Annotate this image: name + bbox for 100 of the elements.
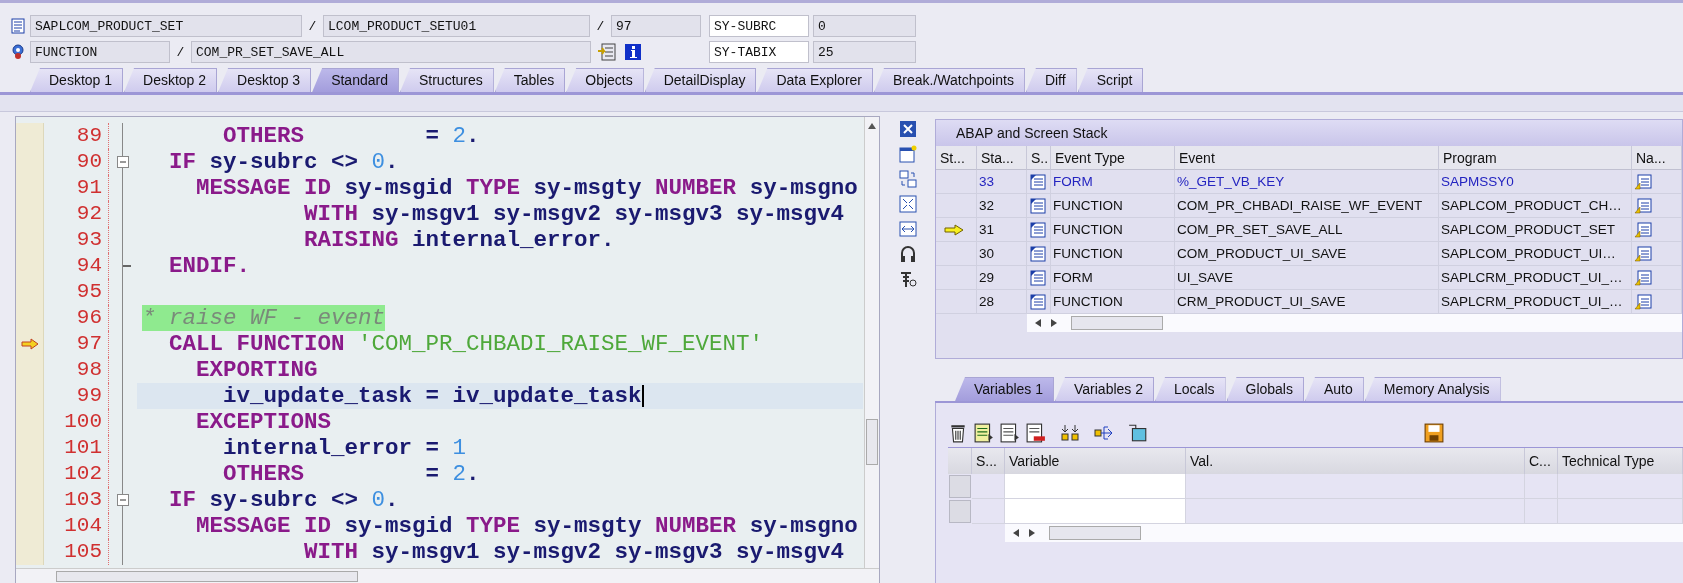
tab[interactable]: Tables [494,68,566,92]
table-cell: SAPLCRM_PRODUCT_UI_… [1439,266,1632,290]
column-header[interactable]: Program [1439,146,1632,170]
code-line: RAISING internal_error. [303,227,616,253]
document-icon [10,18,26,34]
table-cell: 31 [977,218,1027,242]
scroll-thumb[interactable] [1049,526,1141,540]
tab[interactable]: Structures [399,68,494,92]
tab[interactable]: Break./Watchpoints [874,68,1025,92]
tab[interactable]: Desktop 2 [124,68,218,92]
tab[interactable]: Standard [312,68,399,92]
event-field[interactable]: COM_PR_SET_SAVE_ALL [191,41,591,63]
navigate-icon[interactable] [1634,221,1652,238]
table-cell: 33 [977,170,1027,194]
table-cell: FORM [1051,170,1175,194]
tab[interactable]: Variables 2 [1055,377,1155,401]
line-number: 91 [44,175,109,201]
code-line: internal_error = 1 [222,435,468,461]
input-field[interactable] [1005,474,1186,499]
layout-icon[interactable] [898,170,917,188]
delete-icon[interactable] [948,423,968,443]
maximize-icon[interactable] [898,195,917,213]
collapse-icon[interactable] [117,156,129,168]
include-field[interactable]: LCOM_PRODUCT_SETU01 [323,15,590,37]
line-number: 99 [44,383,109,409]
navigate-icon[interactable] [1634,173,1652,190]
table-cell: UI_SAVE [1175,266,1439,290]
code-editor[interactable] [15,116,880,583]
new-window-icon[interactable] [898,145,917,163]
navigate-icon[interactable] [1634,245,1652,262]
column-header[interactable]: C... [1525,448,1558,474]
navigate-icon[interactable] [1634,269,1652,286]
tab[interactable]: Desktop 1 [30,68,124,92]
scroll-left-icon[interactable] [1035,319,1041,327]
code-line: EXPORTING [195,357,319,383]
sy-field-name[interactable]: SY-SUBRC [709,15,809,37]
code-line: OTHERS = 2. [222,461,481,487]
horizontal-scrollbar[interactable] [1027,314,1682,332]
column-header[interactable]: Sta... [977,146,1027,170]
list-icon[interactable] [974,423,994,443]
column-header[interactable]: Variable [1005,448,1186,474]
tab[interactable]: Diff [1025,68,1077,92]
tab[interactable]: Auto [1304,377,1364,401]
scroll-left-icon[interactable] [1013,529,1019,537]
tab[interactable]: Locals [1155,377,1226,401]
list-icon[interactable] [1000,423,1020,443]
save-icon[interactable] [1424,423,1444,443]
column-header[interactable]: St... [936,146,977,170]
line-number: 93 [44,227,109,253]
tab[interactable]: DetailDisplay [644,68,757,92]
vertical-scrollbar[interactable] [864,117,879,569]
column-header[interactable]: Technical Type [1558,448,1683,474]
tab[interactable]: Variables 1 [955,377,1054,401]
line-field[interactable]: 97 [611,15,701,37]
table-cell: SAPLCOM_PRODUCT_UI… [1439,242,1632,266]
horizontal-scrollbar[interactable] [1005,524,1683,542]
code-line: MESSAGE ID sy-msgid TYPE sy-msgty NUMBER sy-msgno [195,513,859,539]
tool-icon[interactable] [898,270,917,288]
list-icon[interactable] [1026,423,1046,443]
input-field[interactable] [1005,499,1186,524]
column-header[interactable]: Val. [1186,448,1525,474]
tab[interactable]: Objects [566,68,644,92]
line-number: 103 [44,487,109,513]
resize-icon[interactable] [898,220,917,238]
close-icon[interactable] [898,120,917,138]
scroll-thumb[interactable] [1071,316,1163,330]
scroll-thumb[interactable] [56,571,358,582]
fold-end-mark [123,265,131,267]
line-number: 101 [44,435,109,461]
scroll-right-icon[interactable] [1051,319,1057,327]
column-header[interactable]: Event [1175,146,1439,170]
column-header[interactable]: S.. [1027,146,1051,170]
scroll-thumb[interactable] [866,419,878,465]
collapse-icon[interactable] [117,494,129,506]
flow-icon[interactable] [1094,423,1114,443]
horizontal-scrollbar[interactable] [16,568,879,583]
scroll-up-icon[interactable] [868,123,876,129]
separator: / [175,44,186,60]
scroll-right-icon[interactable] [1029,529,1035,537]
table-cell: SAPLCOM_PRODUCT_SET [1439,218,1632,242]
sy-field-value[interactable]: 0 [813,15,916,37]
navigate-icon[interactable] [1634,197,1652,214]
sy-field-value[interactable]: 25 [813,41,916,63]
program-field[interactable]: SAPLCOM_PRODUCT_SET [30,15,302,37]
headset-icon[interactable] [898,245,917,263]
tab[interactable]: Script [1077,68,1144,92]
line-number: 104 [44,513,109,539]
sy-field-name[interactable]: SY-TABIX [709,41,809,63]
column-header[interactable]: Event Type [1051,146,1175,170]
column-header[interactable]: S... [972,448,1005,474]
column-header[interactable]: Na... [1632,146,1682,170]
tab[interactable]: Globals [1226,377,1304,401]
tab[interactable]: Desktop 3 [218,68,312,92]
event-type-field[interactable]: FUNCTION [30,41,170,63]
tab[interactable]: Memory Analysis [1364,377,1501,401]
arrows-icon[interactable] [1060,423,1080,443]
navigate-icon[interactable] [1634,293,1652,310]
tab[interactable]: Data Explorer [757,68,873,92]
filter-icon[interactable] [1128,423,1148,443]
info-icon[interactable] [623,42,643,62]
